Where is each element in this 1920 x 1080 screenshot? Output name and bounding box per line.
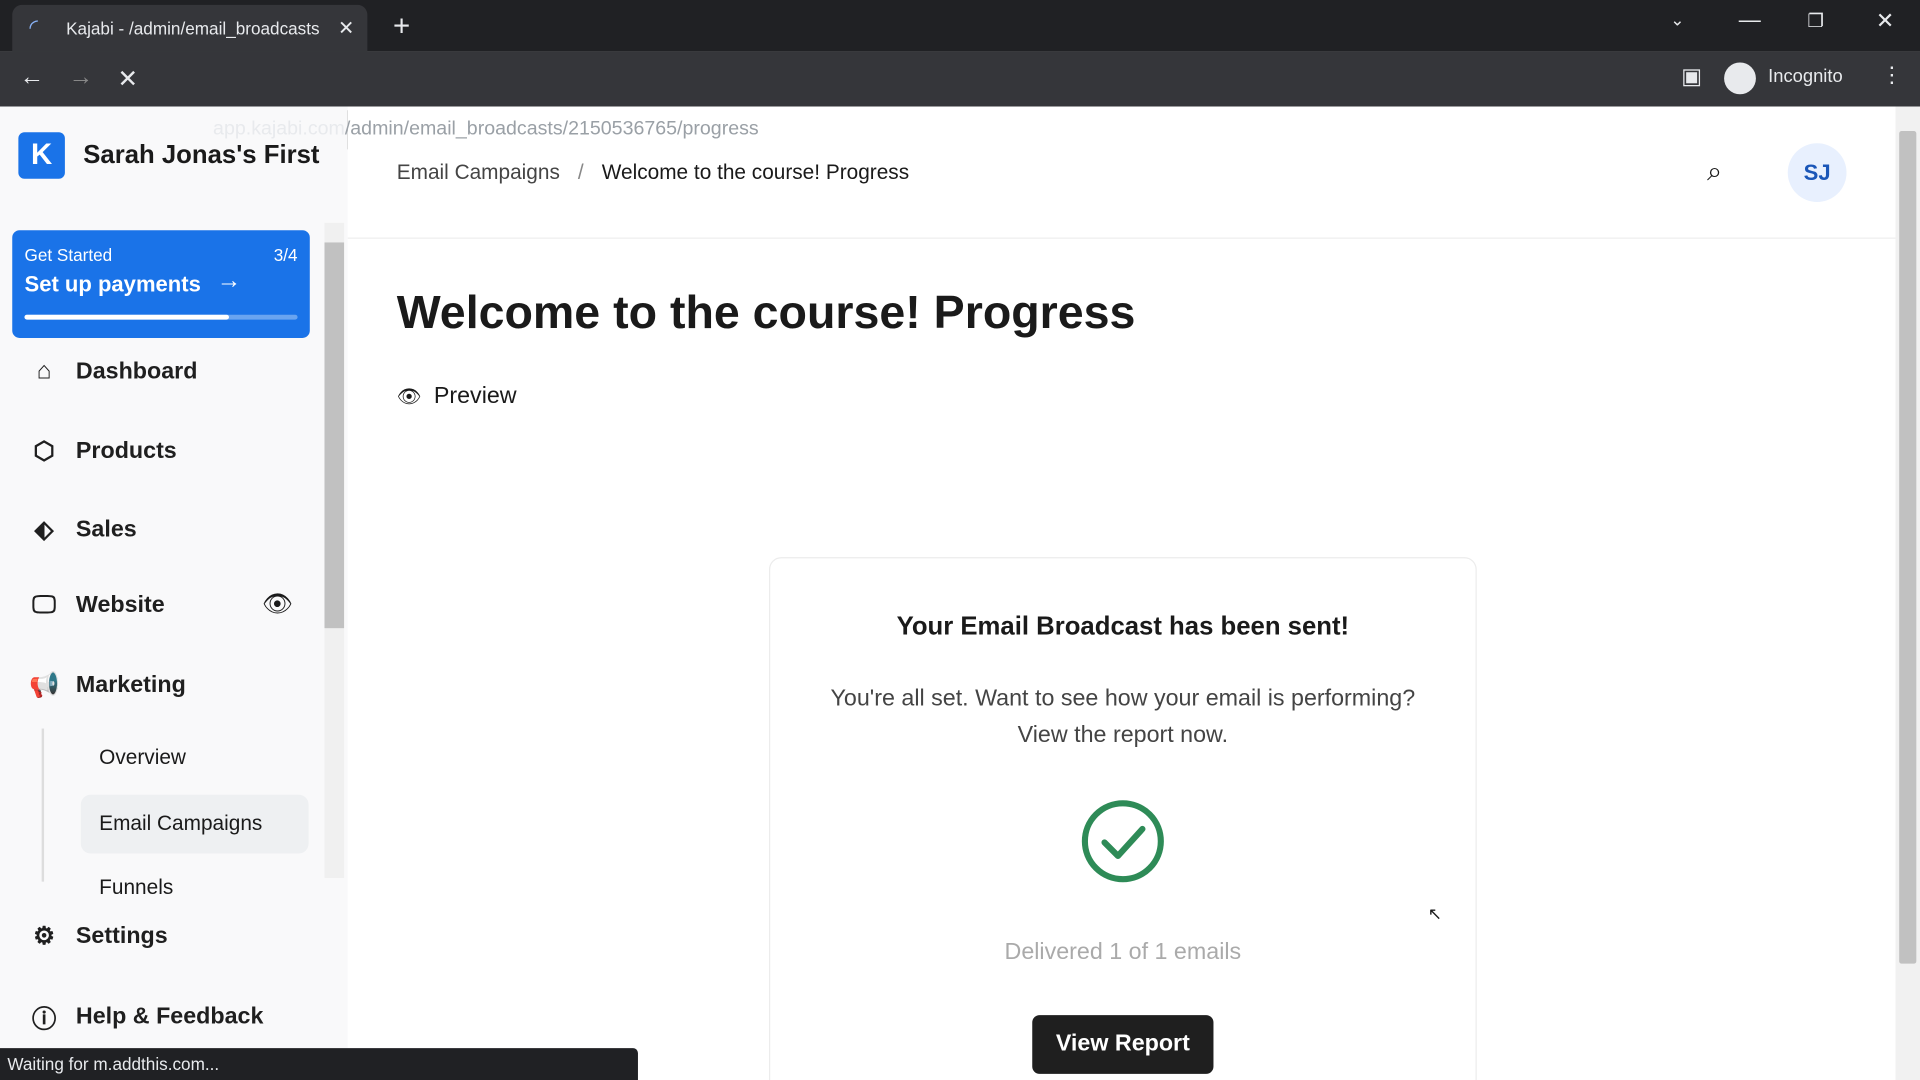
header-divider <box>347 237 1896 239</box>
get-started-card[interactable]: Get Started 3/4 Set up payments → <box>12 230 310 338</box>
monitor-icon: 🖵 <box>32 591 56 619</box>
arrow-right-icon: → <box>216 266 242 294</box>
back-icon[interactable]: ← <box>20 64 44 92</box>
tab-title: Kajabi - /admin/email_broadcasts <box>66 18 320 38</box>
get-started-label: Get Started <box>24 244 113 265</box>
gear-icon: ⚙ <box>33 923 56 951</box>
kajabi-logo[interactable]: K <box>18 132 65 179</box>
url-path: /admin/email_broadcasts/2150536765/progr… <box>344 118 759 140</box>
sidebar-item-dashboard[interactable]: ⌂ Dashboard <box>29 357 198 386</box>
nav-label: Sales <box>75 516 137 542</box>
nav-label: Dashboard <box>75 358 198 384</box>
card-heading: Your Email Broadcast has been sent! <box>896 612 1350 641</box>
restore-icon[interactable]: ❐ <box>1807 10 1823 32</box>
mouse-cursor-icon: ↖ <box>1427 903 1443 924</box>
search-icon[interactable]: ⌕ <box>1707 156 1722 188</box>
help-icon: ⓘ <box>31 1006 57 1034</box>
sidebar-item-settings[interactable]: ⚙ Settings <box>29 921 168 952</box>
browser-tab[interactable]: ◜ Kajabi - /admin/email_broadcasts ✕ <box>12 4 368 52</box>
avatar[interactable]: SJ <box>1787 143 1847 203</box>
home-icon: ⌂ <box>36 357 52 385</box>
page-title: Welcome to the course! Progress <box>396 287 1136 340</box>
page-scrollbar-thumb[interactable] <box>1899 131 1917 964</box>
get-started-count: 3/4 <box>273 244 298 265</box>
nav-label: Help & Feedback <box>75 1003 264 1030</box>
nav-label: Products <box>75 437 177 464</box>
page-scrollbar[interactable] <box>1895 106 1920 1080</box>
minimize-icon[interactable]: — <box>1739 7 1761 33</box>
card-text-1: You're all set. Want to see how your ema… <box>830 685 1416 712</box>
submenu-line <box>41 728 45 882</box>
eye-icon: 👁 <box>396 386 422 408</box>
check-circle-icon <box>1081 800 1164 883</box>
new-tab-icon[interactable]: + <box>393 10 410 44</box>
close-window-icon[interactable]: ✕ <box>1876 9 1894 35</box>
loading-icon: ◜ <box>29 14 38 40</box>
sidebar-subitem-funnels[interactable]: Funnels <box>99 876 173 898</box>
sidebar-item-website[interactable]: 🖵 Website <box>29 591 164 619</box>
browser-tab-bar: ◜ Kajabi - /admin/email_broadcasts ✕ + ⌄… <box>0 0 1920 52</box>
set-up-payments-link[interactable]: Set up payments <box>24 272 200 298</box>
progress-bar <box>24 314 298 320</box>
incognito-icon <box>1724 62 1756 95</box>
address-bar: ← → ✕ app.kajabi.com/admin/email_broadca… <box>0 51 1920 150</box>
profile-label[interactable]: Incognito <box>1768 66 1843 87</box>
nav-label: Website <box>75 592 165 618</box>
preview-label: Preview <box>433 383 517 409</box>
sidebar-subitem-overview[interactable]: Overview <box>99 746 186 770</box>
stop-icon[interactable]: ✕ <box>118 64 139 95</box>
megaphone-icon: 📢 <box>29 672 60 700</box>
breadcrumb: Email Campaigns / Welcome to the course!… <box>396 160 910 184</box>
sidebar-item-products[interactable]: ⬡ Products <box>29 436 176 467</box>
status-bar: Waiting for m.addthis.com... <box>0 1048 638 1080</box>
forward-icon[interactable]: → <box>69 64 93 92</box>
sidebar-item-sales[interactable]: ⬖ Sales <box>29 514 137 545</box>
nav-label: Settings <box>75 922 168 949</box>
sent-card: Your Email Broadcast has been sent! You'… <box>768 557 1477 1080</box>
box-icon: ⬡ <box>33 438 55 466</box>
sidebar-subitem-email-campaigns[interactable]: Email Campaigns <box>99 812 262 836</box>
tab-search-icon[interactable]: ⌄ <box>1670 10 1684 31</box>
side-panel-icon[interactable]: ▣ <box>1681 64 1702 90</box>
menu-icon[interactable]: ⋮ <box>1881 62 1903 88</box>
scrollbar-thumb[interactable] <box>324 242 345 629</box>
eye-icon[interactable]: 👁 <box>262 589 293 620</box>
card-text-2: View the report now. <box>1017 722 1229 749</box>
tag-icon: ⬖ <box>34 516 54 544</box>
preview-link[interactable]: 👁 Preview <box>397 383 517 410</box>
sidebar-scrollbar[interactable] <box>324 222 345 878</box>
nav-label: Marketing <box>75 671 186 698</box>
breadcrumb-current: Welcome to the course! Progress <box>601 160 910 184</box>
progress-fill <box>24 314 230 320</box>
url-text[interactable]: app.kajabi.com/admin/email_broadcasts/21… <box>213 110 759 149</box>
delivered-count: Delivered 1 of 1 emails <box>1004 939 1242 965</box>
view-report-button[interactable]: View Report <box>1032 1015 1214 1074</box>
breadcrumb-email-campaigns[interactable]: Email Campaigns <box>397 160 560 183</box>
sidebar-item-marketing[interactable]: 📢 Marketing <box>29 670 185 701</box>
sidebar-item-help[interactable]: ⓘ Help & Feedback <box>29 999 264 1035</box>
url-host: app.kajabi.com <box>213 118 345 140</box>
close-tab-icon[interactable]: ✕ <box>338 16 354 40</box>
sidebar: K Sarah Jonas's First Get Started 3/4 Se… <box>0 106 348 1080</box>
